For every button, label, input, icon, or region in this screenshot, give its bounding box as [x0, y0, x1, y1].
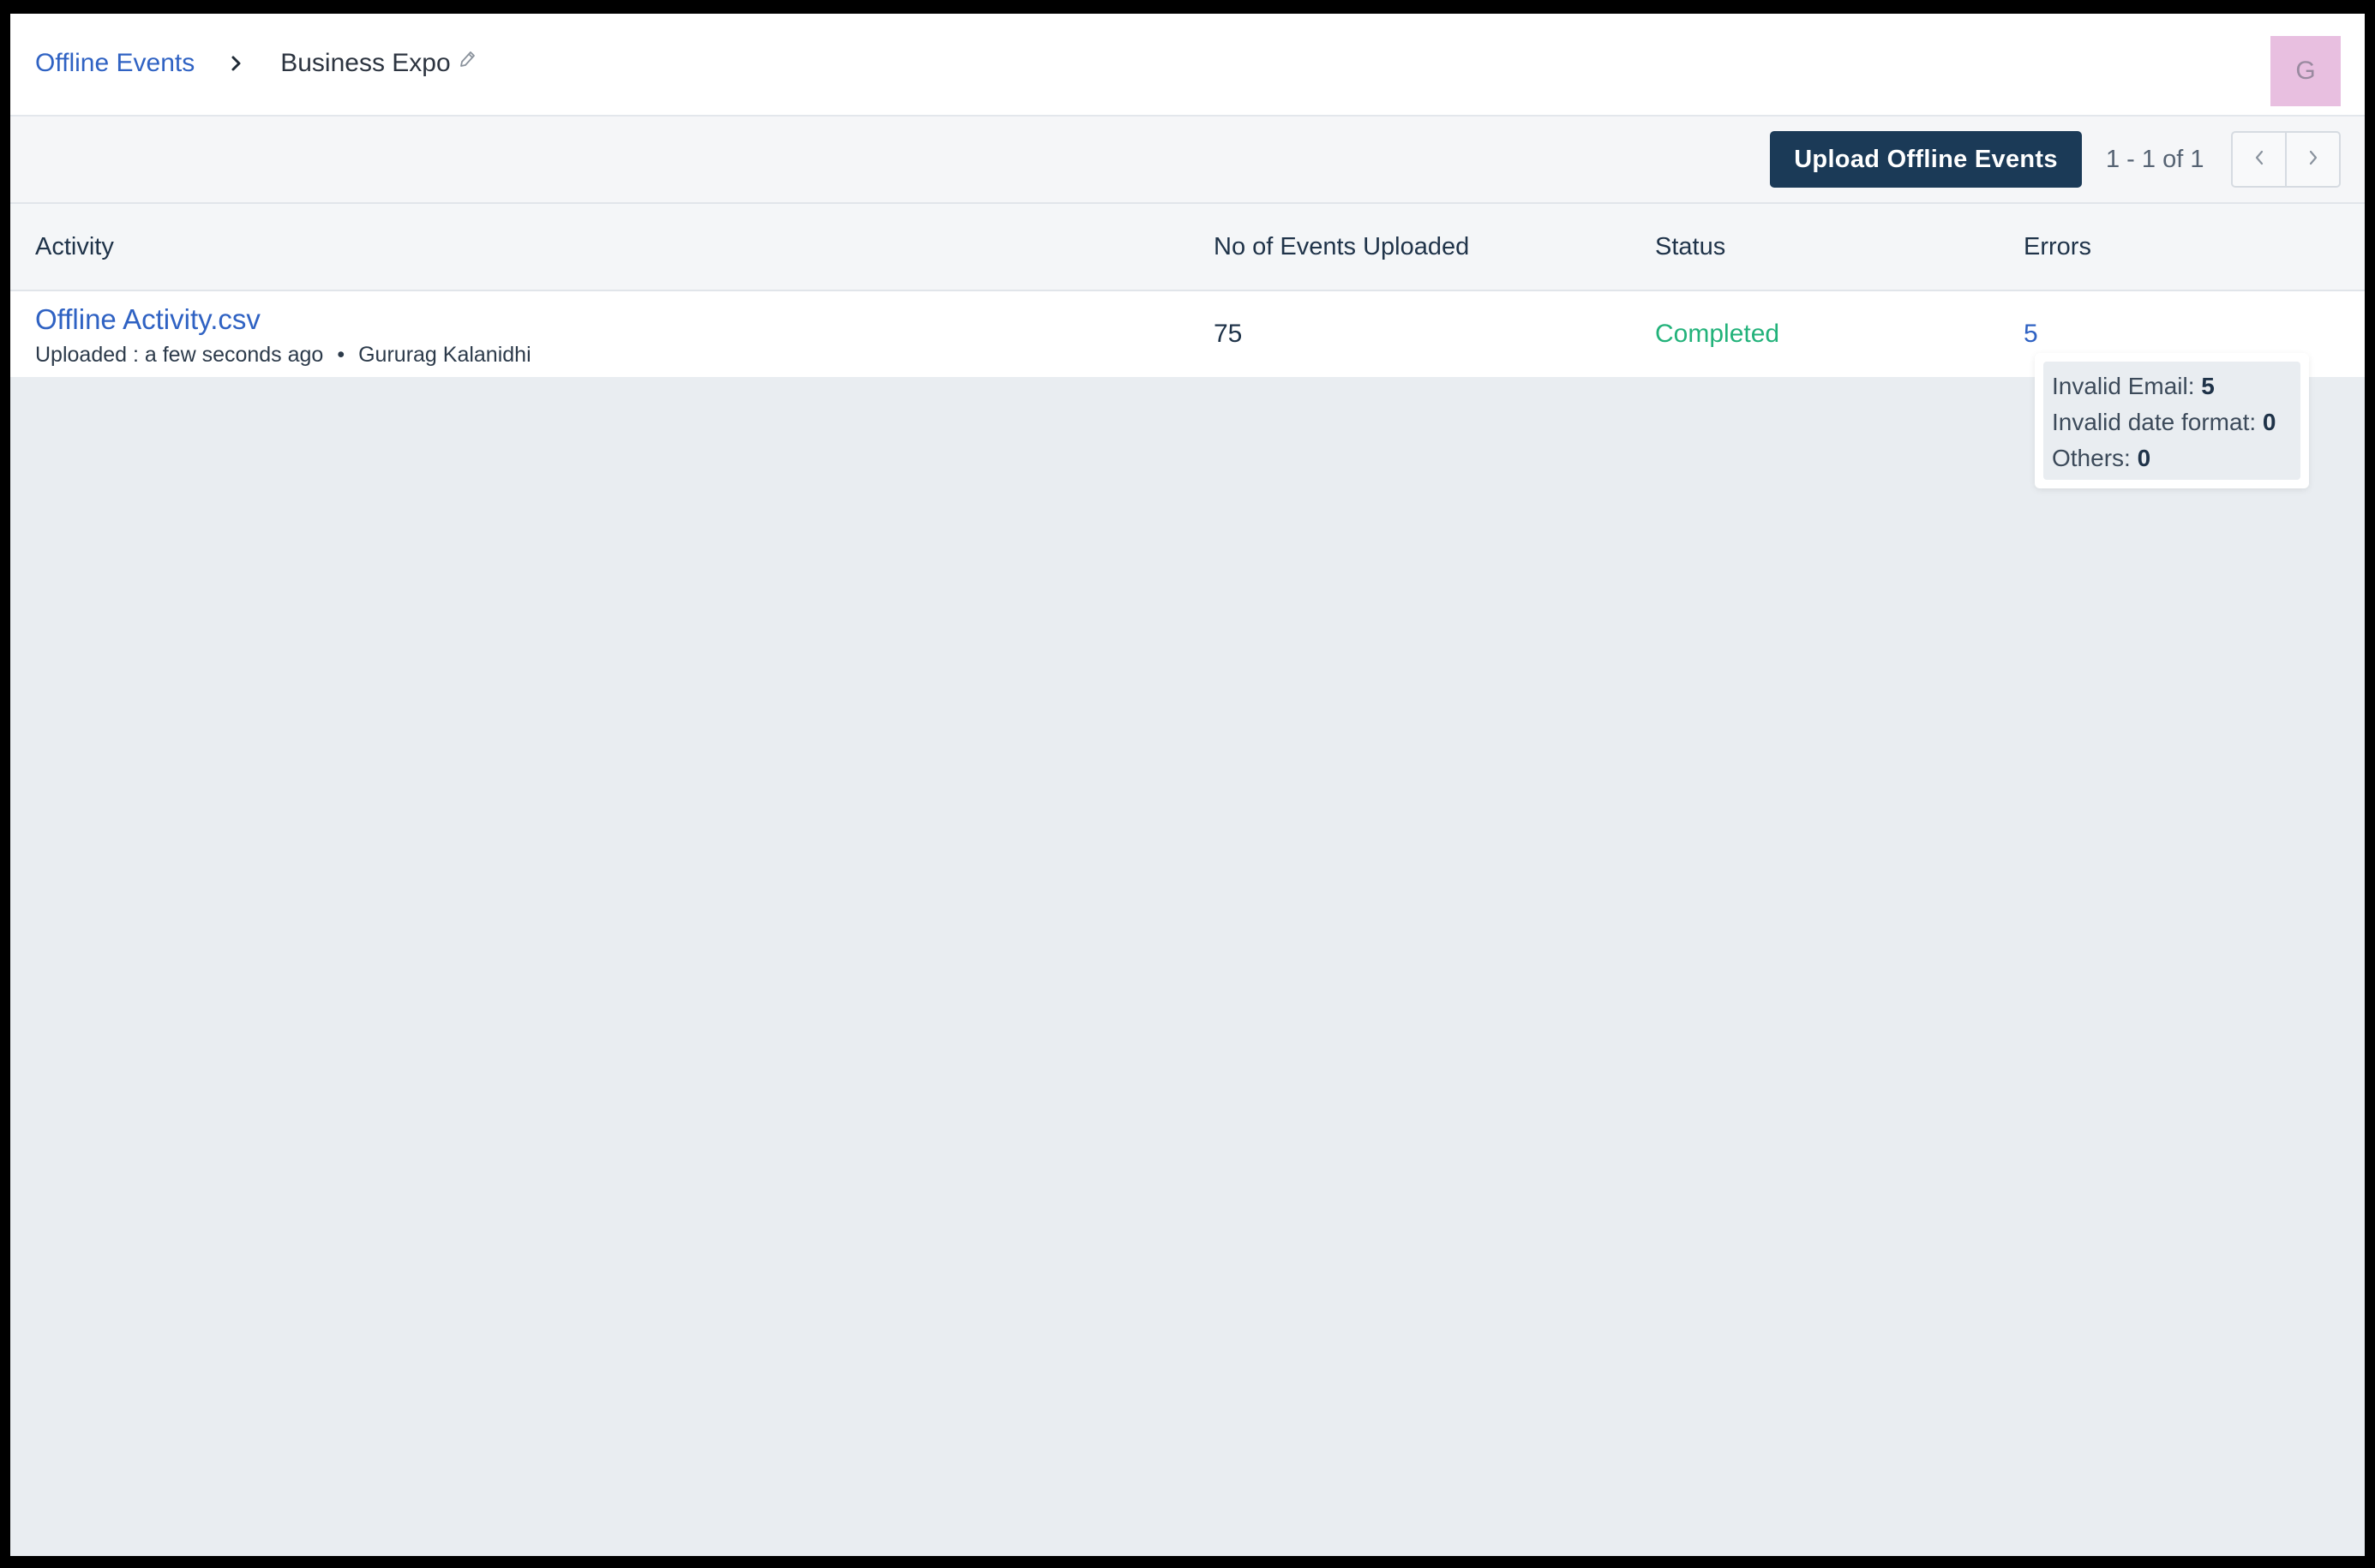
pencil-icon[interactable]	[458, 49, 477, 69]
tooltip-value: 0	[2262, 409, 2276, 435]
tooltip-value: 0	[2137, 445, 2151, 471]
errors-tooltip: Invalid Email: 5 Invalid date format: 0 …	[2035, 353, 2309, 488]
column-header-events-uploaded[interactable]: No of Events Uploaded	[1214, 204, 1469, 290]
pagination-controls	[2231, 131, 2341, 188]
breadcrumb: Offline Events Business Expo	[35, 45, 477, 82]
uploaded-time: Uploaded : a few seconds ago	[35, 343, 324, 367]
table-header: Activity No of Events Uploaded Status Er…	[10, 204, 2365, 291]
tooltip-invalid-date-format: Invalid date format: 0	[2052, 404, 2292, 440]
page-header: Offline Events Business Expo G	[10, 14, 2365, 117]
next-page-button[interactable]	[2285, 133, 2339, 186]
uploaded-by: Gururag Kalanidhi	[358, 343, 531, 367]
column-header-activity[interactable]: Activity	[35, 204, 114, 290]
bullet-separator: •	[337, 343, 345, 367]
prev-page-button[interactable]	[2233, 133, 2285, 186]
breadcrumb-offline-events-link[interactable]: Offline Events	[35, 49, 195, 78]
tooltip-label: Others:	[2052, 445, 2131, 471]
errors-tooltip-content: Invalid Email: 5 Invalid date format: 0 …	[2043, 362, 2300, 480]
tooltip-invalid-email: Invalid Email: 5	[2052, 368, 2292, 404]
upload-meta: Uploaded : a few seconds ago • Gururag Kal…	[35, 343, 531, 368]
tooltip-others: Others: 0	[2052, 440, 2292, 476]
breadcrumb-current: Business Expo	[280, 49, 451, 77]
chevron-right-icon	[2307, 149, 2319, 171]
column-header-status[interactable]: Status	[1655, 204, 1725, 290]
user-avatar[interactable]: G	[2270, 36, 2341, 106]
chevron-right-icon	[224, 54, 249, 73]
app-window: Offline Events Business Expo G Upload Of…	[10, 14, 2365, 1556]
events-uploaded-count: 75	[1214, 320, 1243, 348]
tooltip-value: 5	[2201, 373, 2215, 399]
toolbar: Upload Offline Events 1 - 1 of 1	[10, 117, 2365, 204]
upload-offline-events-button[interactable]: Upload Offline Events	[1770, 131, 2082, 188]
activity-file-link[interactable]: Offline Activity.csv	[35, 303, 261, 336]
chevron-left-icon	[2253, 149, 2265, 171]
pagination-text: 1 - 1 of 1	[2106, 146, 2204, 173]
tooltip-label: Invalid date format:	[2052, 409, 2257, 435]
table-row: Offline Activity.csv Uploaded : a few se…	[10, 291, 2365, 377]
column-header-errors[interactable]: Errors	[2024, 204, 2091, 290]
status-badge: Completed	[1655, 320, 1780, 348]
tooltip-label: Invalid Email:	[2052, 373, 2195, 399]
